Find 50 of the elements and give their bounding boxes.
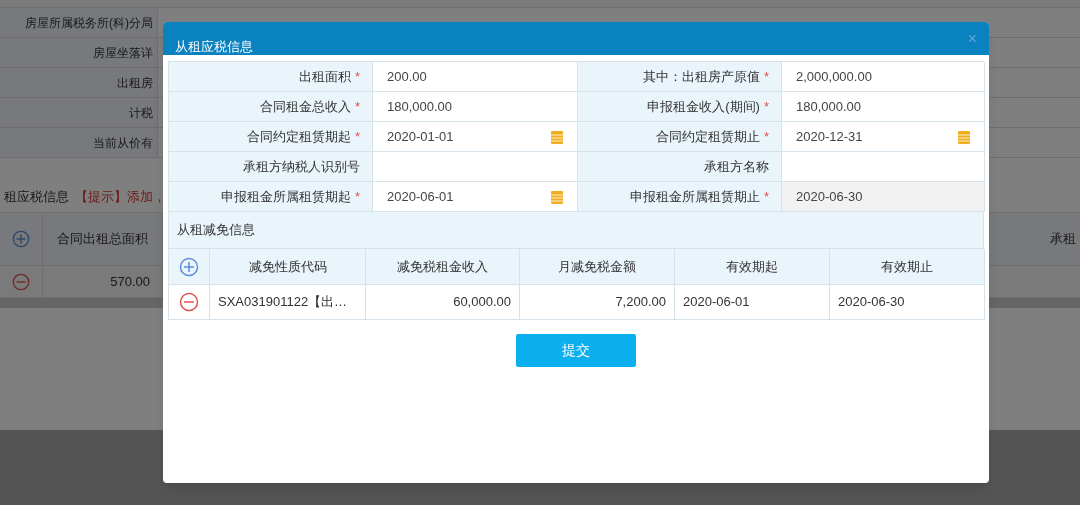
add-icon[interactable] bbox=[179, 256, 199, 277]
input-field[interactable]: 200.00 bbox=[373, 62, 578, 92]
field-label: 承租方名称 bbox=[704, 157, 769, 176]
table-cell: 2020-06-30 bbox=[830, 285, 985, 320]
calendar-icon[interactable] bbox=[958, 129, 970, 144]
table-cell: 60,000.00 bbox=[366, 285, 520, 320]
add-icon[interactable] bbox=[12, 230, 30, 248]
required-mark: * bbox=[763, 97, 769, 116]
input-field[interactable] bbox=[373, 152, 578, 182]
remove-icon[interactable] bbox=[179, 292, 199, 312]
calendar-icon[interactable] bbox=[551, 189, 563, 204]
remove-icon[interactable] bbox=[12, 272, 30, 291]
dialog-title: 从租应税信息 bbox=[175, 39, 253, 55]
field-label: 申报租金收入(期间) bbox=[647, 97, 760, 116]
required-mark: * bbox=[354, 187, 360, 206]
form-label: 当前从价有 bbox=[93, 134, 153, 152]
required-mark: * bbox=[763, 67, 769, 86]
required-mark: * bbox=[354, 97, 360, 116]
field-label: 合同约定租赁期止 bbox=[655, 127, 760, 146]
table-cell: SXA031901122【出… bbox=[210, 285, 366, 320]
field-label: 出租面积 bbox=[298, 67, 351, 86]
required-mark: * bbox=[763, 187, 769, 206]
field-label: 其中：出租房产原值 bbox=[642, 67, 760, 86]
calendar-icon[interactable] bbox=[551, 129, 563, 144]
form-label: 计税 bbox=[129, 104, 153, 122]
input-field: 2020-06-30 bbox=[782, 182, 985, 212]
section-title: 租应税信息 bbox=[4, 187, 69, 206]
form-label: 出租房 bbox=[117, 74, 153, 92]
field-label: 承租方纳税人识别号 bbox=[243, 157, 360, 176]
input-field[interactable]: 2020-12-31 bbox=[782, 122, 985, 152]
form-label: 房屋坐落详 bbox=[93, 44, 153, 62]
input-field[interactable] bbox=[782, 152, 985, 182]
input-field[interactable]: 180,000.00 bbox=[782, 92, 985, 122]
hint-text: 【提示】添加， bbox=[75, 187, 166, 206]
field-label: 合同租金总收入 bbox=[259, 97, 351, 116]
required-mark: * bbox=[354, 67, 360, 86]
table-cell: 7,200.00 bbox=[520, 285, 675, 320]
field-label: 申报租金所属租赁期止 bbox=[629, 187, 760, 206]
field-label: 申报租金所属租赁期起 bbox=[220, 187, 351, 206]
input-field[interactable]: 180,000.00 bbox=[373, 92, 578, 122]
field-label: 合同约定租赁期起 bbox=[246, 127, 351, 146]
column-header: 承租 bbox=[1050, 230, 1077, 249]
input-field[interactable]: 2,000,000.00 bbox=[782, 62, 985, 92]
input-field[interactable]: 2020-01-01 bbox=[373, 122, 578, 152]
input-field[interactable]: 2020-06-01 bbox=[373, 182, 578, 212]
required-mark: * bbox=[763, 127, 769, 146]
required-mark: * bbox=[354, 127, 360, 146]
section-title: 从租减免信息 bbox=[177, 221, 255, 240]
table-cell: 2020-06-01 bbox=[675, 285, 830, 320]
form-label: 房屋所属税务所(科)分局 bbox=[25, 14, 153, 32]
